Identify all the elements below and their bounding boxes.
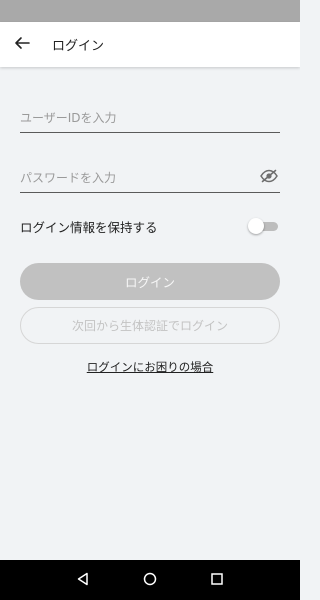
square-recents-icon [210, 571, 224, 590]
navigation-bar [0, 560, 300, 600]
login-help-row: ログインにお困りの場合 [0, 359, 300, 375]
password-input[interactable] [20, 165, 258, 190]
eye-off-icon [260, 168, 278, 187]
userid-field [20, 103, 280, 133]
nav-home-button[interactable] [134, 564, 166, 596]
circle-home-icon [143, 571, 157, 590]
remember-login-switch[interactable] [248, 217, 280, 235]
userid-input[interactable] [20, 105, 280, 130]
app-header: ログイン [0, 22, 300, 67]
back-button[interactable] [0, 22, 44, 67]
phone-screen: ログイン ログイン情報を保持する ログイン 次回から生体認証でログイン ログイン… [0, 0, 300, 600]
triangle-back-icon [76, 571, 90, 590]
password-field [20, 163, 280, 193]
remember-login-label: ログイン情報を保持する [20, 219, 158, 235]
nav-recents-button[interactable] [201, 564, 233, 596]
nav-back-button[interactable] [67, 564, 99, 596]
password-visibility-toggle[interactable] [258, 167, 280, 189]
login-button[interactable]: ログイン [20, 263, 280, 300]
arrow-left-icon [14, 35, 30, 55]
biometric-login-button[interactable]: 次回から生体認証でログイン [20, 307, 280, 344]
status-bar [0, 0, 300, 22]
switch-thumb [248, 218, 264, 234]
remember-login-row: ログイン情報を保持する [20, 215, 280, 237]
login-help-link[interactable]: ログインにお困りの場合 [87, 360, 214, 374]
page-title: ログイン [52, 39, 105, 54]
